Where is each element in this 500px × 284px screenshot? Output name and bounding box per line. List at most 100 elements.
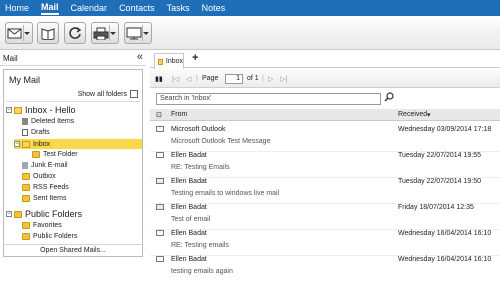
tree-item-favorites[interactable]: Favorites xyxy=(22,222,62,229)
message-subject: Microsoft Outlook Test Message xyxy=(171,138,271,145)
message-sender: Microsoft Outlook xyxy=(171,126,226,133)
message-date: Tuesday 22/07/2014 19:55 xyxy=(398,152,482,159)
pager-icon: ▮▮ xyxy=(155,76,163,83)
nav-calendar[interactable]: Calendar xyxy=(71,0,108,16)
pager: ▮▮ |◁ ◁ | Page 1 of 1 | ▷ ▷| xyxy=(150,70,500,88)
tree-item-outbox[interactable]: Outbox xyxy=(22,173,56,180)
message-subject: Testing emails to windows live mail xyxy=(171,190,280,197)
previous-page-icon[interactable]: ◁ xyxy=(186,75,191,83)
sort-descending-icon[interactable]: ▾ xyxy=(427,111,431,119)
nav-mail[interactable]: Mail xyxy=(41,1,59,15)
outbox-icon xyxy=(22,173,30,180)
nav-contacts[interactable]: Contacts xyxy=(119,0,155,16)
trash-icon xyxy=(22,118,28,125)
envelope-icon xyxy=(156,126,164,132)
tree-item-public-folders[interactable]: Public Folders xyxy=(22,233,77,240)
add-tab-button[interactable]: + xyxy=(192,52,198,64)
message-subject: Test of email xyxy=(171,216,211,223)
message-subject: RE: Testing emails xyxy=(171,242,229,249)
message-sender: Ellen Badat xyxy=(171,230,207,237)
search-icon[interactable] xyxy=(384,92,394,102)
message-row[interactable]: Ellen Badat testing emails again Wednesd… xyxy=(150,252,500,282)
tree-item-public-folders-root[interactable]: − Public Folders xyxy=(6,209,82,219)
display-button[interactable] xyxy=(124,22,152,44)
from-column-header[interactable]: From xyxy=(171,111,187,118)
tree-item-inbox-hello[interactable]: − Inbox - Hello xyxy=(6,105,76,115)
attachment-column-icon[interactable]: ⊡ xyxy=(156,111,162,119)
collapse-icon[interactable]: « xyxy=(137,51,143,63)
message-subject: testing emails again xyxy=(171,268,233,275)
pager-divider: | xyxy=(262,75,264,82)
folder-panel: My Mail Show all folders − Inbox - Hello… xyxy=(3,69,143,257)
message-sender: Ellen Badat xyxy=(171,178,207,185)
divider xyxy=(6,101,140,102)
message-date: Wednesday 03/09/2014 17:18 xyxy=(398,126,492,133)
chevron-down-icon[interactable] xyxy=(110,32,116,35)
message-sender: Ellen Badat xyxy=(171,204,207,211)
tree-item-inbox[interactable]: − Inbox xyxy=(14,139,142,149)
tree-item-junk-email[interactable]: Junk E-mail xyxy=(22,162,68,169)
envelope-icon xyxy=(156,230,164,236)
show-all-folders-checkbox[interactable] xyxy=(130,90,138,98)
new-mail-button[interactable] xyxy=(5,22,33,44)
message-sender: Ellen Badat xyxy=(171,256,207,263)
page-label: Page xyxy=(202,75,219,82)
message-date: Tuesday 22/07/2014 19:50 xyxy=(398,178,482,185)
envelope-icon xyxy=(156,152,164,158)
inbox-icon xyxy=(158,58,163,65)
refresh-icon xyxy=(69,27,82,39)
folder-icon xyxy=(22,233,30,240)
public-folder-icon xyxy=(14,210,22,218)
tree-item-test-folder[interactable]: Test Folder xyxy=(32,151,78,158)
my-mail-title: My Mail xyxy=(9,75,40,85)
collapse-tree-icon[interactable]: − xyxy=(6,107,12,113)
received-column-header[interactable]: Received xyxy=(398,111,427,118)
tree-item-drafts[interactable]: Drafts xyxy=(22,129,50,136)
next-page-icon[interactable]: ▷ xyxy=(268,75,273,83)
toolbar xyxy=(0,16,500,50)
inbox-icon xyxy=(22,140,30,148)
message-subject: RE: Testing Emails xyxy=(171,164,230,171)
display-icon xyxy=(126,27,142,39)
rss-icon xyxy=(22,184,30,191)
message-date: Friday 18/07/2014 12:35 xyxy=(398,204,474,211)
page-of-label: of 1 xyxy=(247,75,259,82)
replied-envelope-icon xyxy=(156,204,164,210)
message-date: Wednesday 16/04/2014 16:10 xyxy=(398,256,492,263)
message-sender: Ellen Badat xyxy=(171,152,207,159)
nav-notes[interactable]: Notes xyxy=(202,0,226,16)
tree-item-deleted-items[interactable]: Deleted Items xyxy=(22,118,74,125)
folder-icon xyxy=(22,222,30,229)
collapse-tree-icon[interactable]: − xyxy=(14,141,20,147)
junk-icon xyxy=(22,162,28,169)
tab-inbox[interactable]: Inbox xyxy=(154,53,184,69)
replied-envelope-icon xyxy=(156,178,164,184)
chevron-down-icon[interactable] xyxy=(143,32,149,35)
tab-bar: Inbox + xyxy=(150,51,500,69)
tree-item-rss-feeds[interactable]: RSS Feeds xyxy=(22,184,69,191)
tree-item-sent-items[interactable]: Sent Items xyxy=(22,195,66,202)
refresh-button[interactable] xyxy=(64,22,86,44)
nav-home[interactable]: Home xyxy=(5,0,29,16)
left-panel-title: Mail xyxy=(3,54,18,63)
message-list-header: ⊡ From Received ▾ xyxy=(150,109,500,121)
draft-icon xyxy=(22,129,28,136)
pager-divider: | xyxy=(196,75,198,82)
sent-icon xyxy=(22,195,30,202)
open-shared-mails-button[interactable]: Open Shared Mails... xyxy=(4,244,142,256)
chevron-down-icon[interactable] xyxy=(24,32,30,35)
address-book-button[interactable] xyxy=(37,22,59,44)
print-button[interactable] xyxy=(91,22,119,44)
last-page-icon[interactable]: ▷| xyxy=(280,75,287,83)
page-number-input[interactable]: 1 xyxy=(225,74,243,84)
mailbox-icon xyxy=(14,106,22,114)
show-all-folders[interactable]: Show all folders xyxy=(78,90,138,98)
nav-tasks[interactable]: Tasks xyxy=(167,0,190,16)
new-mail-icon xyxy=(7,28,22,39)
search-input[interactable]: Search in 'Inbox' xyxy=(156,93,381,105)
address-book-icon xyxy=(41,27,55,40)
collapse-tree-icon[interactable]: − xyxy=(6,211,12,217)
folder-icon xyxy=(32,151,40,158)
print-icon xyxy=(93,27,109,40)
first-page-icon[interactable]: |◁ xyxy=(172,75,179,83)
